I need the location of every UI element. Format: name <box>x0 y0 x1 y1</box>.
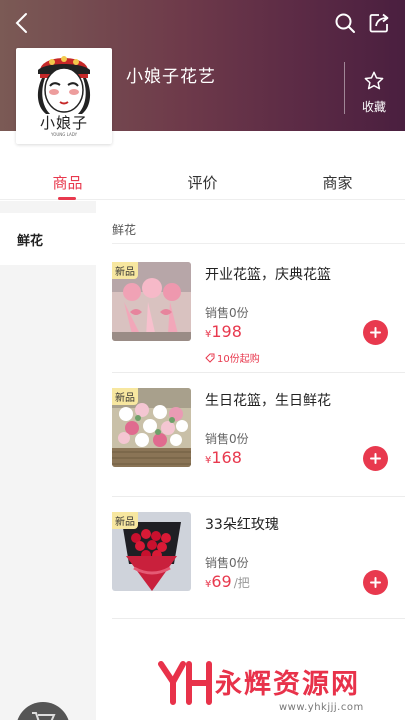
sidebar-item-label: 鲜花 <box>17 234 44 249</box>
logo-text: 小娘子 <box>39 114 88 132</box>
min-order-tag: 10份起购 <box>205 350 260 365</box>
shop-logo: 小娘子 YOUNG LADY <box>16 48 112 144</box>
product-list: 鲜花 新品 开业花篮，庆典花篮 销售0份 ¥198 10份起购 新品 生日花篮，… <box>96 201 405 720</box>
new-badge: 新品 <box>112 262 138 279</box>
product-sales: 销售0份 <box>205 556 249 570</box>
price-unit: /把 <box>233 576 250 590</box>
product-sales: 销售0份 <box>205 432 249 446</box>
plus-icon <box>370 453 381 464</box>
product-item[interactable]: 新品 33朵红玫瑰 销售0份 ¥69/把 <box>96 512 405 622</box>
search-icon[interactable] <box>332 10 358 36</box>
share-icon[interactable] <box>366 10 392 36</box>
favorite-button[interactable]: 收藏 <box>352 70 396 116</box>
price-value: 198 <box>211 322 242 341</box>
price-value: 168 <box>211 448 242 467</box>
price-value: 69 <box>211 572 232 591</box>
star-icon <box>364 71 384 90</box>
favorite-divider <box>344 62 345 114</box>
tab-merchant[interactable]: 商家 <box>270 172 405 193</box>
product-name: 开业花篮，庆典花篮 <box>205 267 331 283</box>
logo-subtext: YOUNG LADY <box>50 132 78 137</box>
min-order-text: 10份起购 <box>217 354 260 365</box>
active-tab-indicator <box>58 197 76 200</box>
product-item[interactable]: 新品 生日花篮，生日鲜花 销售0份 ¥168 <box>96 388 405 498</box>
back-arrow-icon[interactable] <box>8 10 34 36</box>
plus-icon <box>370 327 381 338</box>
product-name: 生日花篮，生日鲜花 <box>205 393 331 409</box>
category-sidebar: 鲜花 <box>0 201 96 720</box>
watermark-url: www.yhkjjj.com <box>279 702 364 713</box>
watermark-logo-icon <box>158 661 212 705</box>
new-badge: 新品 <box>112 512 138 529</box>
tab-bar: 商品 评价 商家 <box>0 160 405 200</box>
site-watermark: 永辉资源网 www.yhkjjj.com <box>157 660 387 716</box>
add-to-cart-button[interactable] <box>363 446 388 471</box>
favorite-label: 收藏 <box>361 100 386 114</box>
product-item[interactable]: 新品 开业花篮，庆典花篮 销售0份 ¥198 10份起购 <box>96 262 405 372</box>
cart-icon <box>32 712 56 720</box>
product-price: ¥69/把 <box>205 572 250 591</box>
shop-name: 小娘子花艺 <box>126 67 216 87</box>
sidebar-item-flowers[interactable]: 鲜花 <box>0 213 96 265</box>
add-to-cart-button[interactable] <box>363 320 388 345</box>
product-price: ¥198 <box>205 322 242 341</box>
divider <box>112 618 405 619</box>
plus-icon <box>370 577 381 588</box>
new-badge: 新品 <box>112 388 138 405</box>
opera-face-logo-icon <box>37 56 91 114</box>
divider <box>112 372 405 373</box>
add-to-cart-button[interactable] <box>363 570 388 595</box>
divider <box>112 243 405 244</box>
product-price: ¥168 <box>205 448 242 467</box>
product-sales: 销售0份 <box>205 306 249 320</box>
divider <box>112 496 405 497</box>
product-name: 33朵红玫瑰 <box>205 517 279 533</box>
section-title: 鲜花 <box>112 223 137 237</box>
tab-reviews[interactable]: 评价 <box>135 172 270 193</box>
tab-products[interactable]: 商品 <box>0 172 135 193</box>
tag-icon <box>205 353 215 363</box>
watermark-text: 永辉资源网 <box>215 669 360 700</box>
